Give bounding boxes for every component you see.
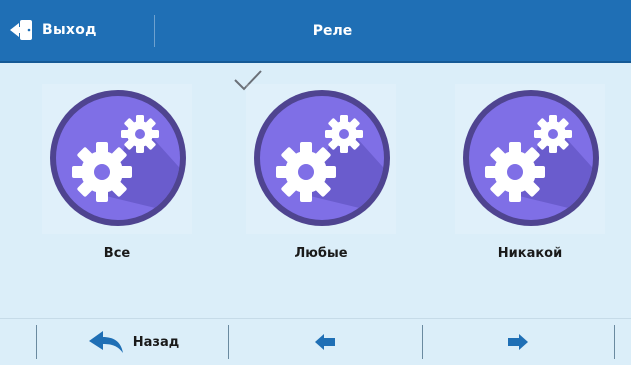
gears-icon: [50, 90, 186, 226]
prev-button[interactable]: [230, 323, 420, 361]
option-label: Любые: [294, 246, 348, 261]
arrow-left-icon: [315, 334, 335, 350]
next-button[interactable]: [424, 323, 612, 361]
option-any[interactable]: Любые: [246, 84, 396, 284]
back-button[interactable]: Назад: [40, 323, 226, 361]
option-label: Никакой: [497, 246, 563, 261]
arrow-right-icon: [508, 334, 528, 350]
footer-divider: [422, 325, 423, 359]
footer-bar: Назад: [0, 318, 631, 365]
header-bar: Выход Реле: [0, 0, 631, 63]
back-arrow-icon: [88, 331, 123, 353]
option-all[interactable]: Все: [42, 84, 192, 284]
page-title: Реле: [312, 22, 353, 39]
back-label: Назад: [132, 334, 180, 350]
gears-icon: [254, 90, 390, 226]
footer-divider: [614, 325, 615, 359]
option-label: Все: [103, 246, 131, 261]
footer-divider: [228, 325, 229, 359]
footer-divider: [36, 325, 37, 359]
option-none[interactable]: Никакой: [455, 84, 605, 284]
gears-icon: [463, 90, 599, 226]
